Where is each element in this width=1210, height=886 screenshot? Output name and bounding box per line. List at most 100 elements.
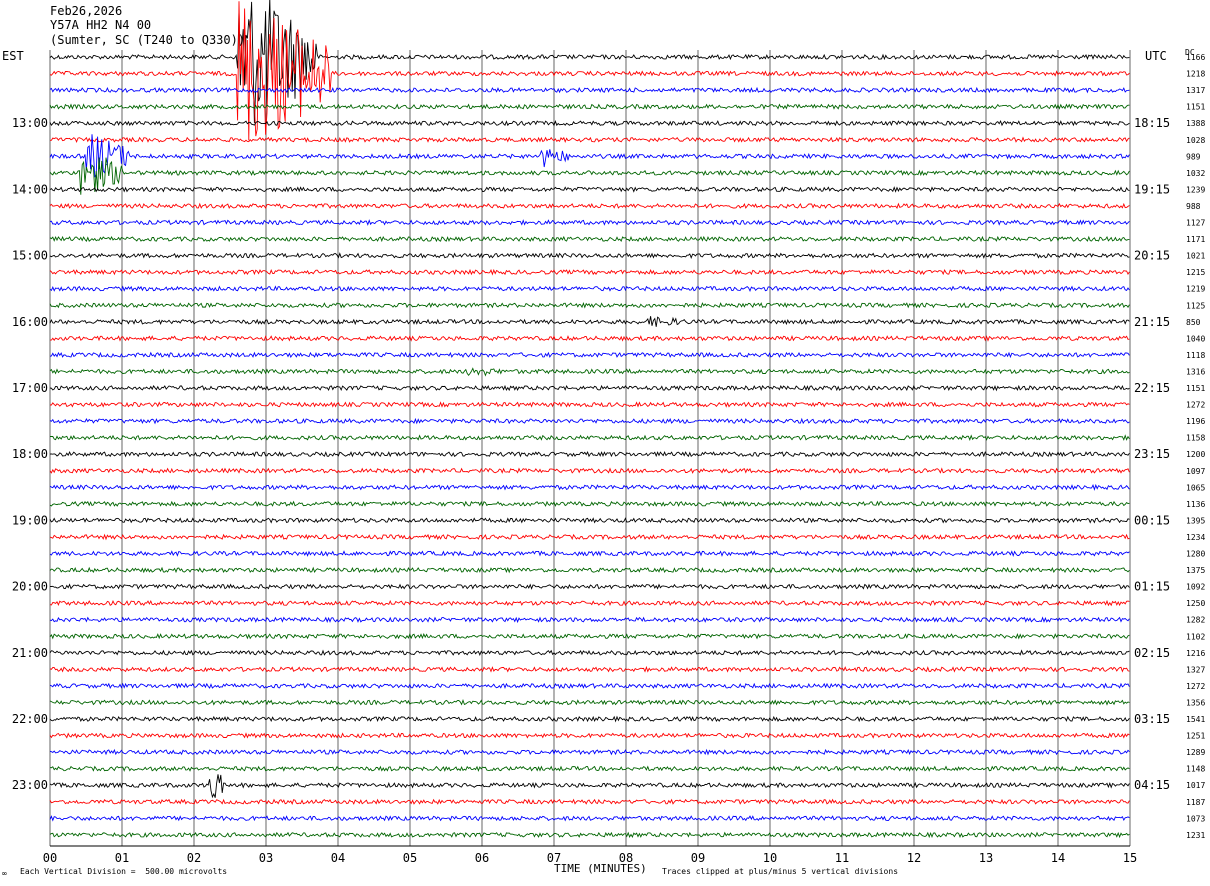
dc-offset-value: 1215 (1186, 268, 1205, 277)
seismic-trace (49, 632, 1130, 640)
dc-offset-value: 1148 (1186, 765, 1205, 774)
left-timezone-label: EST (2, 49, 24, 63)
x-axis-title: TIME (MINUTES) (554, 862, 647, 875)
right-hour-label: 20:15 (1134, 249, 1170, 263)
x-tick-label: 01 (115, 851, 129, 865)
dc-offset-value: 1127 (1186, 219, 1205, 228)
dc-offset-value: 1028 (1186, 136, 1205, 145)
scale-note: Each Vertical Division = 500.00 microvol… (20, 867, 228, 876)
seismic-trace (49, 1, 1130, 141)
dc-offset-value: 1219 (1186, 285, 1205, 294)
seismic-trace (49, 252, 1130, 259)
header-station: Y57A HH2 N4 00 (50, 18, 152, 32)
right-hour-label: 00:15 (1134, 513, 1170, 527)
dc-offset-value: 1032 (1186, 169, 1205, 178)
dc-offset-value: 1272 (1186, 401, 1205, 410)
seismic-trace (49, 316, 1130, 327)
dc-offset-value: 1280 (1186, 550, 1205, 559)
dc-offset-value: 1317 (1186, 86, 1205, 95)
seismic-trace (49, 301, 1130, 309)
seismic-trace (49, 798, 1130, 805)
seismic-trace (49, 219, 1130, 226)
right-hour-label: 02:15 (1134, 646, 1170, 660)
seismic-trace (49, 202, 1130, 210)
seismic-trace (49, 774, 1130, 799)
right-hour-label: 04:15 (1134, 778, 1170, 792)
seismic-trace (49, 186, 1130, 193)
seismic-trace (49, 815, 1130, 822)
seismic-trace (50, 401, 1130, 408)
seismic-trace (49, 268, 1130, 276)
seismic-trace (49, 417, 1130, 425)
right-hour-label: 03:15 (1134, 712, 1170, 726)
dc-offset-value: 1151 (1186, 103, 1205, 112)
left-hour-label: 20:00 (12, 580, 48, 594)
dc-offset-labels: 1166121813171151138810289891032123998811… (1186, 53, 1205, 840)
clip-note: Traces clipped at plus/minus 5 vertical … (662, 867, 899, 876)
left-hour-label: 18:00 (12, 447, 48, 461)
left-hour-label: 14:00 (12, 182, 48, 196)
dc-offset-value: 1125 (1186, 301, 1205, 310)
dc-offset-value: 1017 (1186, 781, 1205, 790)
left-hour-label: 23:00 (12, 778, 48, 792)
left-hour-label: 13:00 (12, 116, 48, 130)
dc-offset-value: 1316 (1186, 367, 1205, 376)
dc-offset-value: 1272 (1186, 682, 1205, 691)
dc-offset-value: 1218 (1186, 70, 1205, 79)
seismic-trace (49, 86, 1130, 94)
seismic-trace (49, 715, 1130, 723)
seismic-trace (49, 103, 1130, 110)
seismic-trace (50, 334, 1130, 342)
dc-offset-value: 1118 (1186, 351, 1205, 360)
x-tick-label: 02 (187, 851, 201, 865)
left-hour-label: 16:00 (12, 315, 48, 329)
dc-offset-value: 1200 (1186, 450, 1205, 459)
seismic-trace (49, 384, 1130, 392)
seismic-trace (49, 748, 1130, 756)
x-tick-label: 10 (763, 851, 777, 865)
x-tick-label: 13 (979, 851, 993, 865)
x-tick-label: 15 (1123, 851, 1137, 865)
x-tick-label: 12 (907, 851, 921, 865)
dc-offset-value: 1040 (1186, 334, 1205, 343)
dc-offset-value: 1021 (1186, 252, 1205, 261)
seismic-trace (49, 599, 1130, 607)
dc-header-label: DC (1185, 48, 1195, 57)
right-hour-label: 21:15 (1134, 315, 1170, 329)
dc-offset-value: 1102 (1186, 632, 1205, 641)
dc-offset-value: 1097 (1186, 467, 1205, 476)
seismic-trace (49, 351, 1130, 359)
left-hour-labels: 13:00 14:00 15:00 16:00 17:00 18:00 19:00 20:00… (12, 116, 48, 792)
dc-offset-value: 1171 (1186, 235, 1205, 244)
seismic-trace (49, 500, 1130, 507)
x-tick-label: 06 (475, 851, 489, 865)
dc-offset-value: 988 (1186, 202, 1201, 211)
dc-offset-value: 1092 (1186, 583, 1205, 592)
left-hour-label: 21:00 (12, 646, 48, 660)
dc-offset-value: 1234 (1186, 533, 1205, 542)
seismic-trace (49, 0, 1130, 124)
seismic-trace (49, 119, 1130, 127)
x-tick-label: 00 (43, 851, 57, 865)
seismic-trace (49, 533, 1130, 541)
seismic-trace (49, 517, 1130, 524)
seismogram-plot: 00 01 02 03 04 05 06 07 08 09 10 11 12 13 14 15 13:0014… (12, 0, 1205, 865)
seismic-trace (49, 550, 1130, 557)
dc-offset-value: 1073 (1186, 814, 1205, 823)
seismic-trace (49, 583, 1130, 590)
seismic-trace (49, 467, 1130, 474)
x-tick-label: 04 (331, 851, 345, 865)
seismic-trace (49, 699, 1130, 706)
trace-group (49, 0, 1130, 839)
dc-offset-value: 1282 (1186, 616, 1205, 625)
dc-offset-value: 1239 (1186, 185, 1205, 194)
header-location: (Sumter, SC (T240 to Q330)) (50, 33, 246, 47)
dc-offset-value: 1151 (1186, 384, 1205, 393)
seismic-trace (49, 682, 1130, 690)
dc-offset-value: 1216 (1186, 649, 1205, 658)
dc-offset-value: 1375 (1186, 566, 1205, 575)
seismic-trace (49, 235, 1130, 243)
dc-offset-value: 1187 (1186, 798, 1205, 807)
seismic-trace (49, 451, 1130, 458)
seismic-trace (49, 367, 1130, 377)
